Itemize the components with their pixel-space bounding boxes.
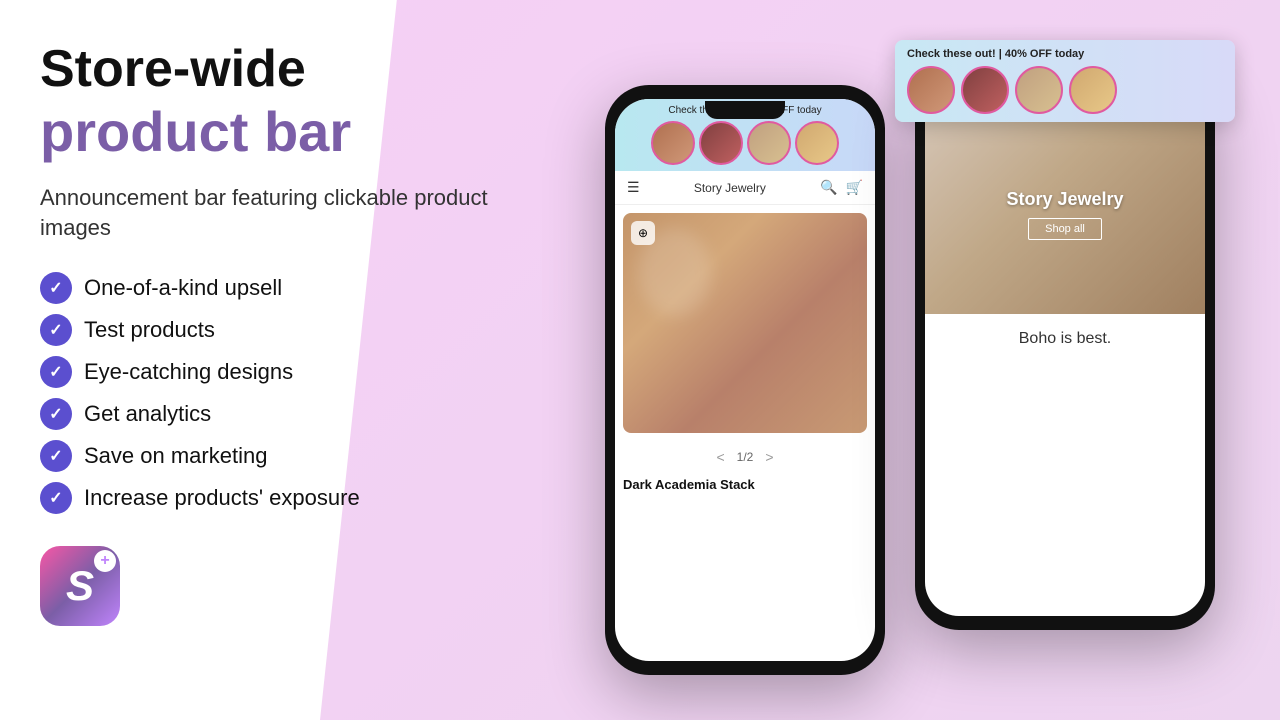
- app-icon[interactable]: S +: [40, 546, 120, 626]
- product-circle-2[interactable]: [699, 121, 743, 165]
- phone1-product-area: ⊕: [615, 205, 875, 441]
- check-icon-6: [40, 482, 72, 514]
- exp-circle-1[interactable]: [907, 66, 955, 114]
- phone1-notch: [705, 101, 785, 119]
- phone1-nav-icons: 🔍 🛒: [820, 179, 863, 196]
- product-circle-1[interactable]: [651, 121, 695, 165]
- phone1-screen: Check these out! | 40% OFF today ☰ Story…: [615, 99, 875, 661]
- feature-label-6: Increase products' exposure: [84, 485, 360, 511]
- next-arrow[interactable]: >: [765, 449, 773, 465]
- phone2-hero-title: Story Jewelry: [1006, 189, 1123, 210]
- phone1-nav-title: Story Jewelry: [694, 181, 766, 195]
- search-icon[interactable]: 🔍: [820, 179, 837, 196]
- product-circle-4[interactable]: [795, 121, 839, 165]
- exp-circle-2[interactable]: [961, 66, 1009, 114]
- left-panel: Store-wide product bar Announcement bar …: [0, 0, 560, 720]
- check-icon-1: [40, 272, 72, 304]
- app-icon-letter: S: [66, 562, 94, 610]
- feature-item-4: Get analytics: [40, 398, 530, 430]
- prev-arrow[interactable]: <: [716, 449, 724, 465]
- cart-icon[interactable]: 🛒: [846, 179, 863, 196]
- right-panel: Check these out! | 40% OFF today ☰ Story…: [560, 0, 1280, 720]
- exp-circle-3[interactable]: [1015, 66, 1063, 114]
- product-circle-3[interactable]: [747, 121, 791, 165]
- feature-item-3: Eye-catching designs: [40, 356, 530, 388]
- feature-label-3: Eye-catching designs: [84, 359, 293, 385]
- phone-mockup-2: Check these out! | 40% OFF today ☰ Story…: [915, 70, 1215, 630]
- check-icon-3: [40, 356, 72, 388]
- subtitle: Announcement bar featuring clickable pro…: [40, 183, 530, 245]
- feature-label-2: Test products: [84, 317, 215, 343]
- phone1-pagination: < 1/2 >: [615, 441, 875, 473]
- check-icon-2: [40, 314, 72, 346]
- features-list: One-of-a-kind upsell Test products Eye-c…: [40, 272, 530, 514]
- feature-item-5: Save on marketing: [40, 440, 530, 472]
- hamburger-icon[interactable]: ☰: [627, 179, 640, 196]
- exp-circle-4[interactable]: [1069, 66, 1117, 114]
- check-icon-5: [40, 440, 72, 472]
- feature-label-1: One-of-a-kind upsell: [84, 275, 282, 301]
- shop-all-button[interactable]: Shop all: [1028, 218, 1102, 240]
- phone1-nav: ☰ Story Jewelry 🔍 🛒: [615, 171, 875, 205]
- phone2-tagline: Boho is best.: [925, 314, 1205, 364]
- phone2-hero: Story Jewelry Shop all: [925, 114, 1205, 314]
- phone2-screen: ☰ Story Jewelry 🔍 🛒 Story Jewelry Shop a…: [925, 84, 1205, 616]
- app-icon-plus: +: [94, 550, 116, 572]
- feature-label-5: Save on marketing: [84, 443, 267, 469]
- check-icon-4: [40, 398, 72, 430]
- phone1-product-image[interactable]: ⊕: [623, 213, 867, 433]
- feature-item-1: One-of-a-kind upsell: [40, 272, 530, 304]
- pagination-text: 1/2: [737, 450, 754, 464]
- feature-item-6: Increase products' exposure: [40, 482, 530, 514]
- feature-item-2: Test products: [40, 314, 530, 346]
- expanded-product-bar: Check these out! | 40% OFF today: [895, 40, 1235, 122]
- phone2-hero-content: Story Jewelry Shop all: [1006, 189, 1123, 240]
- phone1-product-title: Dark Academia Stack: [615, 473, 875, 496]
- expanded-bar-text: Check these out! | 40% OFF today: [907, 48, 1223, 60]
- zoom-icon: ⊕: [638, 226, 648, 240]
- heading-line1: Store-wide: [40, 40, 306, 98]
- main-heading: Store-wide product bar: [40, 40, 530, 165]
- phone1-product-images: [625, 121, 865, 165]
- feature-label-4: Get analytics: [84, 401, 211, 427]
- heading-line2: product bar: [40, 100, 351, 163]
- phone-mockup-1: Check these out! | 40% OFF today ☰ Story…: [605, 85, 885, 675]
- zoom-button[interactable]: ⊕: [631, 221, 655, 245]
- expanded-circles: [907, 66, 1223, 114]
